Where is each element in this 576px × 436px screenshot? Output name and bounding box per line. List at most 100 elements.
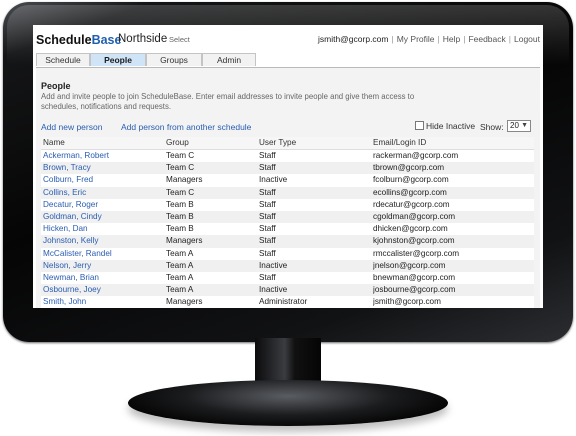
person-user-type: Staff (259, 272, 276, 282)
person-email: josbourne@gcorp.com (373, 285, 456, 295)
help-link[interactable]: Help (443, 34, 460, 44)
person-group: Team A (166, 272, 194, 282)
person-email: rackerman@gcorp.com (373, 151, 459, 160)
person-group: Managers (166, 175, 203, 185)
app-header: ScheduleBase Northside Select jsmith@gco… (33, 25, 543, 53)
user-email: jsmith@gcorp.com (317, 34, 389, 44)
page-description: Add and invite people to join ScheduleBa… (41, 92, 415, 111)
person-email: jsmith@gcorp.com (373, 297, 441, 307)
person-user-type: Staff (259, 224, 276, 234)
table-row: Newman, Brian Team A Staff bnewman@gcorp… (41, 271, 534, 285)
separator: | (437, 34, 440, 44)
person-group: Team A (166, 285, 194, 295)
person-user-type: Staff (259, 248, 276, 258)
table-row: Decatur, Roger Team B Staff rdecatur@gco… (41, 198, 534, 211)
people-table: Name Group User Type Email/Login ID Acke… (41, 137, 534, 308)
chevron-down-icon: ▼ (521, 122, 528, 129)
my-profile-link[interactable]: My Profile (397, 34, 435, 44)
person-group: Team C (166, 163, 195, 173)
table-row: Osbourne, Joey Team A Inactive josbourne… (41, 284, 534, 297)
user-links: jsmith@gcorp.com | My Profile | Help | Feedbac… (318, 34, 540, 44)
show-count-select[interactable]: 20 ▼ (507, 120, 531, 132)
table-row: Goldman, Cindy Team B Staff cgoldman@gco… (41, 210, 534, 224)
add-person-from-schedule-link[interactable]: Add person from another schedule (121, 122, 251, 132)
person-name-link[interactable]: Brown, Tracy (43, 162, 161, 174)
separator: | (391, 34, 394, 44)
person-user-type: Staff (259, 199, 276, 209)
table-row: McCalister, Randel Team A Staff rmccalis… (41, 247, 534, 260)
person-user-type: Staff (259, 211, 276, 221)
person-group: Team B (166, 199, 194, 209)
separator: | (508, 34, 511, 44)
person-user-type: Staff (259, 236, 276, 246)
person-group: Team B (166, 211, 194, 221)
column-header-email[interactable]: Email/Login ID (373, 137, 531, 149)
person-group: Team A (166, 260, 194, 270)
person-email: kjohnston@gcorp.com (373, 236, 455, 246)
main-tabs: Schedule People Groups Admin (36, 53, 540, 68)
add-new-person-link[interactable]: Add new person (41, 122, 102, 132)
person-name-link[interactable]: McCalister, Randel (43, 248, 161, 260)
column-header-user-type[interactable]: User Type (259, 137, 369, 149)
person-user-type: Administrator (259, 297, 308, 307)
person-email: tbrown@gcorp.com (373, 163, 445, 173)
person-user-type: Inactive (259, 175, 288, 185)
person-group: Team C (166, 187, 195, 197)
person-email: fcolburn@gcorp.com (373, 175, 449, 185)
person-name-link[interactable]: Johnston, Kelly (43, 235, 161, 247)
monitor-stand (128, 380, 448, 426)
person-email: jnelson@gcorp.com (373, 260, 446, 270)
table-row: Johnston, Kelly Managers Staff kjohnston… (41, 235, 534, 248)
organization-name: Northside (118, 33, 168, 45)
person-email: cgoldman@gcorp.com (373, 211, 456, 221)
person-name-link[interactable]: Nelson, Jerry (43, 260, 161, 272)
hide-inactive-checkbox[interactable] (415, 121, 424, 130)
tab-schedule[interactable]: Schedule (36, 53, 90, 66)
person-name-link[interactable]: Smith, John (43, 296, 161, 308)
feedback-link[interactable]: Feedback (468, 34, 505, 44)
tab-groups[interactable]: Groups (146, 53, 202, 66)
person-group: Team A (166, 248, 194, 258)
show-count-value: 20 (510, 121, 519, 130)
person-email: dhicken@gcorp.com (373, 224, 448, 234)
logo-word-schedule: Schedule (36, 33, 92, 47)
monitor-screen: ScheduleBase Northside Select jsmith@gco… (33, 25, 543, 308)
person-name-link[interactable]: Ackerman, Robert (43, 150, 161, 162)
page-title: People (41, 81, 71, 91)
person-name-link[interactable]: Decatur, Roger (43, 199, 161, 211)
person-user-type: Staff (259, 187, 276, 197)
table-row: Hicken, Dan Team B Staff dhicken@gcorp.c… (41, 223, 534, 236)
person-name-link[interactable]: Osbourne, Joey (43, 284, 161, 296)
table-row: Ackerman, Robert Team C Staff rackerman@… (41, 150, 534, 163)
column-header-group[interactable]: Group (166, 137, 256, 149)
person-email: rdecatur@gcorp.com (373, 199, 450, 209)
person-email: bnewman@gcorp.com (373, 272, 456, 282)
logout-link[interactable]: Logout (514, 34, 540, 44)
select-organization-link[interactable]: Select (169, 35, 190, 44)
person-name-link[interactable]: Goldman, Cindy (43, 211, 161, 223)
person-name-link[interactable]: Collins, Eric (43, 187, 161, 199)
person-email: rmccalister@gcorp.com (373, 248, 460, 258)
table-header-row: Name Group User Type Email/Login ID (41, 137, 534, 150)
hide-inactive-label: Hide Inactive (426, 121, 476, 131)
tab-people[interactable]: People (90, 53, 146, 66)
table-row: Smith, John Managers Administrator jsmit… (41, 296, 534, 308)
person-name-link[interactable]: Hicken, Dan (43, 223, 161, 235)
person-group: Team B (166, 224, 194, 234)
person-email: ecollins@gcorp.com (373, 187, 447, 197)
person-group: Team C (166, 151, 195, 160)
person-name-link[interactable]: Colburn, Fred (43, 174, 161, 186)
hide-inactive-control[interactable]: Hide Inactive (415, 121, 475, 131)
table-row: Nelson, Jerry Team A Inactive jnelson@gc… (41, 259, 534, 272)
separator: | (463, 34, 466, 44)
tab-admin[interactable]: Admin (202, 53, 256, 66)
logo-word-base: Base (91, 33, 122, 47)
person-group: Managers (166, 297, 203, 307)
table-row: Collins, Eric Team C Staff ecollins@gcor… (41, 186, 534, 199)
person-user-type: Inactive (259, 285, 288, 295)
table-row: Brown, Tracy Team C Staff tbrown@gcorp.c… (41, 162, 534, 175)
person-user-type: Staff (259, 151, 276, 160)
person-name-link[interactable]: Newman, Brian (43, 272, 161, 284)
column-header-name[interactable]: Name (43, 137, 161, 149)
app-logo[interactable]: ScheduleBase (36, 33, 121, 47)
